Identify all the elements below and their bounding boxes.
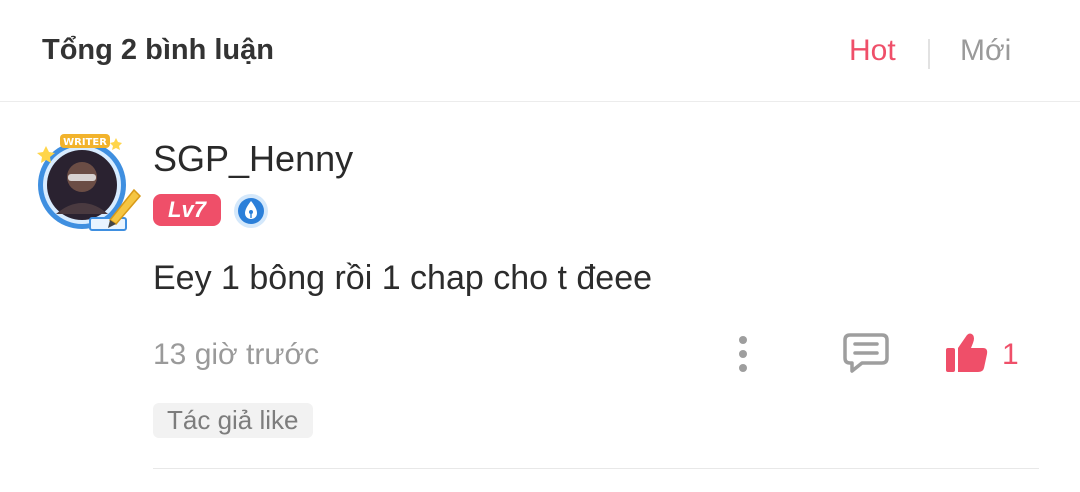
comments-screen: Tổng 2 bình luận Hot Mới WRITER SGP_Henn… (0, 0, 1080, 492)
writer-avatar-frame-icon: WRITER (37, 134, 142, 231)
comment-username[interactable]: SGP_Henny (153, 138, 353, 180)
sort-divider (928, 39, 930, 69)
total-comments-title: Tổng 2 bình luận (42, 34, 274, 66)
level-badge: Lv7 (153, 194, 221, 226)
avatar[interactable]: WRITER (30, 128, 142, 236)
reply-button[interactable] (842, 332, 890, 374)
more-options-button[interactable] (728, 334, 758, 374)
author-liked-tag: Tác giả like (153, 403, 313, 438)
comment-divider (153, 468, 1039, 469)
comment-timestamp: 13 giờ trước (153, 338, 320, 371)
like-count: 1 (1002, 338, 1019, 371)
sort-new-tab[interactable]: Mới (960, 34, 1011, 68)
thumbs-up-icon (946, 333, 988, 372)
sort-hot-tab[interactable]: Hot (849, 34, 896, 68)
avatar-frame-label: WRITER (63, 137, 107, 148)
like-button[interactable]: 1 (944, 330, 1024, 376)
comment-bubble-icon (843, 333, 889, 373)
vertical-dots-icon (739, 336, 747, 372)
comments-header: Tổng 2 bình luận Hot Mới (0, 0, 1080, 102)
comment-text: Eey 1 bông rồi 1 chap cho t đeee (153, 259, 653, 297)
pen-nib-icon (233, 193, 269, 229)
